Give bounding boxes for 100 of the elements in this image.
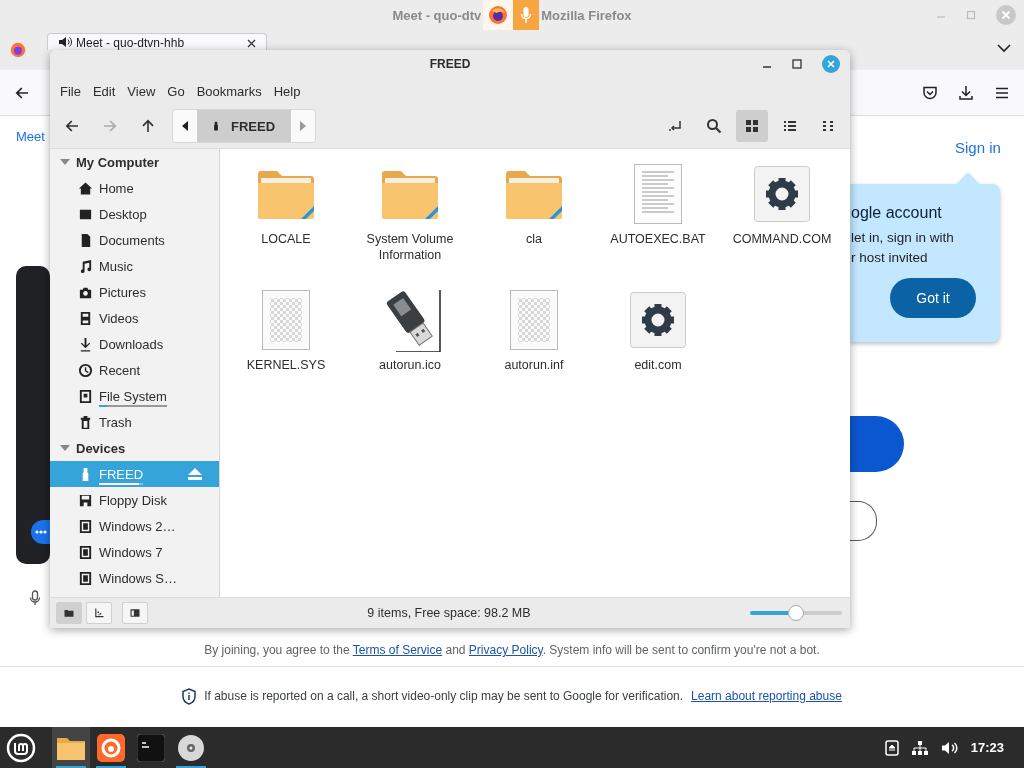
sidebar-item[interactable]: Documents [50,227,219,253]
document-entry[interactable]: AUTOEXEC.BAT [596,161,720,287]
microphone-icon[interactable] [29,590,41,606]
filesystem-icon [78,388,93,404]
close-icon[interactable] [247,39,256,48]
list-icon [782,118,798,134]
sidebar-item[interactable]: Trash [50,409,219,435]
file-name: edit.com [634,357,682,373]
file-name: autorun.inf [504,357,564,373]
sidebar-item[interactable]: Home [50,175,219,201]
document-entry[interactable]: KERNEL.SYS [224,287,348,413]
places-toggle-button[interactable] [56,602,82,624]
network-icon[interactable] [910,739,929,756]
location-button[interactable]: FREED [197,110,292,142]
menu-item[interactable]: Help [267,83,307,99]
downloads-icon [78,336,93,352]
drive-icon [78,544,93,560]
file-name: KERNEL.SYS [246,357,326,373]
forward-icon [102,118,118,134]
privacy-link[interactable]: Privacy Policy [468,643,543,657]
triangle-right-icon [299,121,308,131]
tree-toggle-button[interactable] [86,602,112,624]
menu-item[interactable]: View [121,83,162,99]
tooltip-text: let in, sign in with [851,229,955,247]
sidebar-item[interactable]: Music [50,253,219,279]
recent-icon [78,362,93,378]
menu-item[interactable]: Go [161,83,191,99]
volume-icon[interactable] [940,740,959,755]
folder-entry[interactable]: LOCALE [224,161,348,287]
document-entry[interactable]: autorun.ico [348,287,472,413]
speaker-icon [58,36,72,48]
folder-icon [505,168,563,220]
shield-info-icon [182,687,197,705]
tooltip-text: r host invited [851,249,929,267]
document-entry[interactable]: COMMAND.COM [720,161,844,287]
menu-logo-icon[interactable] [6,732,36,763]
blank-file-icon [510,290,558,350]
blank-file-icon [262,290,310,350]
section-header: My Computer [76,154,160,170]
up-arrow-icon [140,118,156,134]
slider-thumb[interactable] [788,605,804,621]
firefox-icon [483,0,514,30]
terms-text: By joining, you agree to the Terms of Service and Privacy Policy. System info will be sent to confirm you're not a bot. [204,642,820,659]
file-name: cla [526,231,542,247]
sidebar-item[interactable]: Downloads [50,331,219,357]
sidebar-item[interactable]: Desktop [50,201,219,227]
section-header: Devices [76,440,126,456]
expanded-arrow-icon[interactable] [60,443,70,453]
expanded-arrow-icon[interactable] [60,157,70,167]
sidebar-item[interactable]: Recent [50,357,219,383]
sidebar-toggle-button[interactable] [122,602,148,624]
pocket-icon[interactable] [922,84,938,101]
sidebar-item[interactable]: File System [50,383,219,409]
chevron-down-icon[interactable] [997,44,1011,53]
sidebar-item[interactable]: Windows S… [50,565,219,591]
sharing-indicator[interactable] [483,0,540,30]
join-button[interactable] [850,416,904,472]
clock[interactable]: 17:23 [970,740,1004,755]
firefox-icon[interactable] [10,42,26,58]
download-icon[interactable] [958,84,974,101]
reporting-abuse-link[interactable]: Learn about reporting abuse [691,689,842,703]
terms-link[interactable]: Terms of Service [352,643,443,657]
back-icon [64,118,80,134]
triangle-left-icon [181,121,189,131]
maximize-icon[interactable] [792,59,802,69]
sidebar-item[interactable]: Windows 7 [50,539,219,565]
microphone-icon [520,6,533,24]
document-entry[interactable]: autorun.inf [472,287,596,413]
file-name: LOCALE [261,231,311,247]
folder-entry[interactable]: System Volume Information [348,161,472,287]
sidebar-item[interactable]: Windows 2… [50,513,219,539]
folder-icon [257,168,315,220]
status-text: 9 items, Free space: 98.2 MB [366,606,532,620]
gear-icon [630,292,686,348]
folder-entry[interactable]: cla [472,161,596,287]
folder-icon [381,168,439,220]
browser-tab[interactable]: Meet - quo-dtvn-hhb [47,33,267,50]
breadcrumb-link[interactable]: Meet [16,129,45,144]
sidebar-item[interactable]: Videos [50,305,219,331]
taskbar-app[interactable] [52,727,90,768]
menu-item[interactable]: Edit [86,83,122,99]
terminal-icon [137,733,165,762]
disc-icon [177,733,205,762]
floppy-icon [78,492,93,508]
eject-icon[interactable] [187,467,203,481]
sidebar-item[interactable]: Floppy Disk [50,487,219,513]
notes-icon[interactable] [884,739,899,756]
icons-view-button[interactable] [736,110,768,142]
home-icon [78,180,93,196]
drive-icon [78,518,93,534]
sign-in-link[interactable]: Sign in [955,139,1001,156]
zoom-slider[interactable] [750,605,842,621]
usb-drive-icon [211,119,221,133]
menu-item[interactable]: Bookmarks [190,83,268,99]
menu-item[interactable]: File [54,83,87,99]
sidebar-item[interactable]: Pictures [50,279,219,305]
abuse-notice: If abuse is reported on a call, a short video-only clip may be sent to Google for verification. [204,689,684,703]
got-it-button[interactable]: Got it [890,278,976,318]
tooltip-title: ogle account [851,204,943,222]
document-entry[interactable]: edit.com [596,287,720,413]
